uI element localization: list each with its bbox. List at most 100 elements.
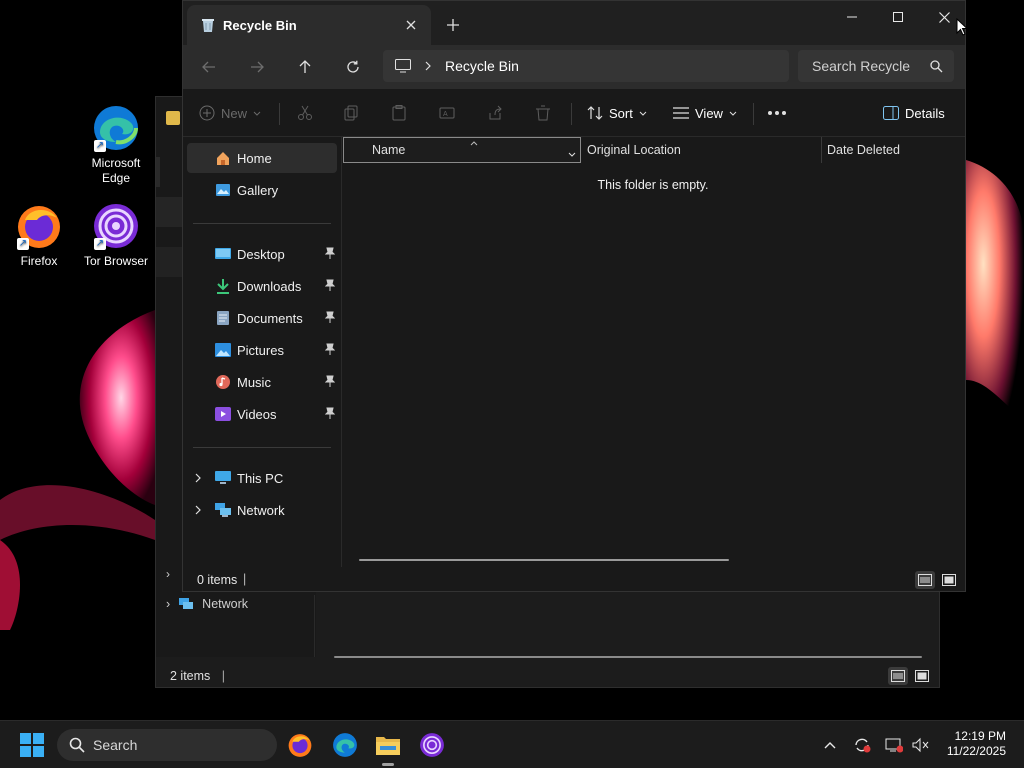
chevron-up-icon xyxy=(824,742,836,749)
refresh-button[interactable] xyxy=(337,53,369,81)
empty-folder-message: This folder is empty. xyxy=(597,178,709,192)
up-button[interactable] xyxy=(289,53,321,81)
pin-icon[interactable] xyxy=(324,279,336,294)
desktop-icon-label: Microsoft Edge xyxy=(91,156,141,185)
sync-status-icon[interactable] xyxy=(850,733,874,757)
gallery-icon xyxy=(215,182,231,198)
back-button[interactable] xyxy=(193,53,225,81)
item-count: 0 items xyxy=(197,573,238,587)
network-status-icon[interactable] xyxy=(882,733,906,757)
taskbar-file-explorer[interactable] xyxy=(368,725,408,765)
copy-button[interactable] xyxy=(343,99,359,127)
share-button[interactable] xyxy=(487,99,503,127)
close-tab-icon[interactable] xyxy=(401,15,421,35)
nav-pictures[interactable]: Pictures xyxy=(187,335,337,365)
file-list[interactable]: Name Original Location Date Deleted This… xyxy=(341,137,965,567)
monitor-icon xyxy=(395,59,411,73)
new-tab-button[interactable] xyxy=(441,13,465,37)
nav-documents[interactable]: Documents xyxy=(187,303,337,333)
sort-icon xyxy=(587,106,603,120)
clock-date: 11/22/2025 xyxy=(946,744,1006,758)
chevron-right-icon[interactable] xyxy=(425,61,431,71)
details-view-button[interactable] xyxy=(888,667,908,685)
folder-icon xyxy=(376,737,400,755)
tab-recycle-bin[interactable]: Recycle Bin xyxy=(187,5,431,45)
forward-button[interactable] xyxy=(241,53,273,81)
show-hidden-icons-button[interactable] xyxy=(818,733,842,757)
more-options-button[interactable] xyxy=(767,99,787,127)
taskbar-firefox[interactable] xyxy=(280,725,320,765)
taskbar-tor-browser[interactable] xyxy=(412,725,452,765)
pin-icon[interactable] xyxy=(324,247,336,262)
desktop-icon-edge[interactable]: ↗ Microsoft Edge xyxy=(80,104,152,186)
minimize-button[interactable] xyxy=(829,1,875,33)
background-status-bar: 2 items | xyxy=(170,669,226,683)
arrow-left-icon xyxy=(202,61,215,73)
minimize-icon xyxy=(847,16,857,18)
background-horizontal-scrollbar[interactable] xyxy=(334,656,922,658)
pin-icon[interactable] xyxy=(324,343,336,358)
view-button[interactable]: View xyxy=(673,99,737,127)
cut-button[interactable] xyxy=(297,99,313,127)
chevron-down-icon xyxy=(729,111,737,116)
file-explorer-window[interactable]: Recycle Bin Recycle Bin Search Recycle N… xyxy=(182,0,966,592)
paste-button[interactable] xyxy=(391,99,407,127)
folder-icon xyxy=(166,111,180,125)
address-bar[interactable]: Recycle Bin xyxy=(383,50,789,82)
chevron-right-icon[interactable] xyxy=(195,503,201,518)
firefox-icon xyxy=(288,734,312,757)
column-header-name[interactable]: Name xyxy=(343,137,581,163)
background-nav-network-label: Network xyxy=(202,597,249,611)
close-icon xyxy=(938,11,950,23)
edge-icon: ↗ xyxy=(92,104,140,152)
tiles-view-button[interactable] xyxy=(912,667,932,685)
details-pane-button[interactable]: Details xyxy=(883,99,945,127)
taskbar-edge[interactable] xyxy=(325,725,365,765)
nav-music[interactable]: Music xyxy=(187,367,337,397)
desktop-icon-tor-browser[interactable]: ↗ Tor Browser xyxy=(80,202,152,269)
breadcrumb-recycle-bin[interactable]: Recycle Bin xyxy=(445,58,519,74)
search-box[interactable]: Search Recycle Bin xyxy=(798,50,954,82)
details-label: Details xyxy=(905,105,945,121)
rename-button[interactable]: A xyxy=(439,99,455,127)
nav-videos[interactable]: Videos xyxy=(187,399,337,429)
nav-music-label: Music xyxy=(237,374,271,390)
nav-home[interactable]: Home xyxy=(187,143,337,173)
view-toggle xyxy=(915,571,959,589)
delete-button[interactable] xyxy=(535,99,551,127)
nav-documents-label: Documents xyxy=(237,310,303,326)
nav-gallery[interactable]: Gallery xyxy=(187,175,337,205)
details-view-button[interactable] xyxy=(915,571,935,589)
nav-network[interactable]: Network xyxy=(187,495,337,525)
new-button[interactable]: New xyxy=(199,99,261,127)
arrow-right-icon xyxy=(251,61,264,73)
column-header-original-location[interactable]: Original Location xyxy=(587,137,822,163)
nav-this-pc[interactable]: This PC xyxy=(187,463,337,493)
maximize-button[interactable] xyxy=(875,1,921,33)
nav-downloads[interactable]: Downloads xyxy=(187,271,337,301)
mouse-cursor-icon xyxy=(956,17,969,39)
taskbar-search-box[interactable]: Search xyxy=(57,729,277,761)
background-nav-network[interactable]: › Network xyxy=(166,597,248,611)
pin-icon[interactable] xyxy=(324,311,336,326)
pin-icon[interactable] xyxy=(324,375,336,390)
column-header-date-deleted[interactable]: Date Deleted xyxy=(827,137,965,163)
volume-muted-icon[interactable] xyxy=(908,733,932,757)
horizontal-scrollbar[interactable] xyxy=(359,559,729,561)
title-bar[interactable]: Recycle Bin xyxy=(183,1,965,45)
tiles-view-button[interactable] xyxy=(939,571,959,589)
chevron-right-icon[interactable]: › xyxy=(166,567,170,581)
chevron-down-icon[interactable] xyxy=(568,146,576,160)
taskbar: Search 12:19 PM 11/22/2025 xyxy=(0,720,1024,768)
pin-icon[interactable] xyxy=(324,407,336,422)
background-item-count: 2 items xyxy=(170,669,211,683)
start-button[interactable] xyxy=(12,725,52,765)
sort-button[interactable]: Sort xyxy=(587,99,647,127)
nav-desktop[interactable]: Desktop xyxy=(187,239,337,269)
address-row: Recycle Bin Search Recycle Bin xyxy=(183,45,965,89)
search-icon xyxy=(69,737,85,753)
nav-gallery-label: Gallery xyxy=(237,182,279,198)
chevron-right-icon[interactable] xyxy=(195,471,201,486)
desktop-icon-firefox[interactable]: ↗ Firefox xyxy=(3,202,75,269)
taskbar-clock[interactable]: 12:19 PM 11/22/2025 xyxy=(947,729,1006,759)
